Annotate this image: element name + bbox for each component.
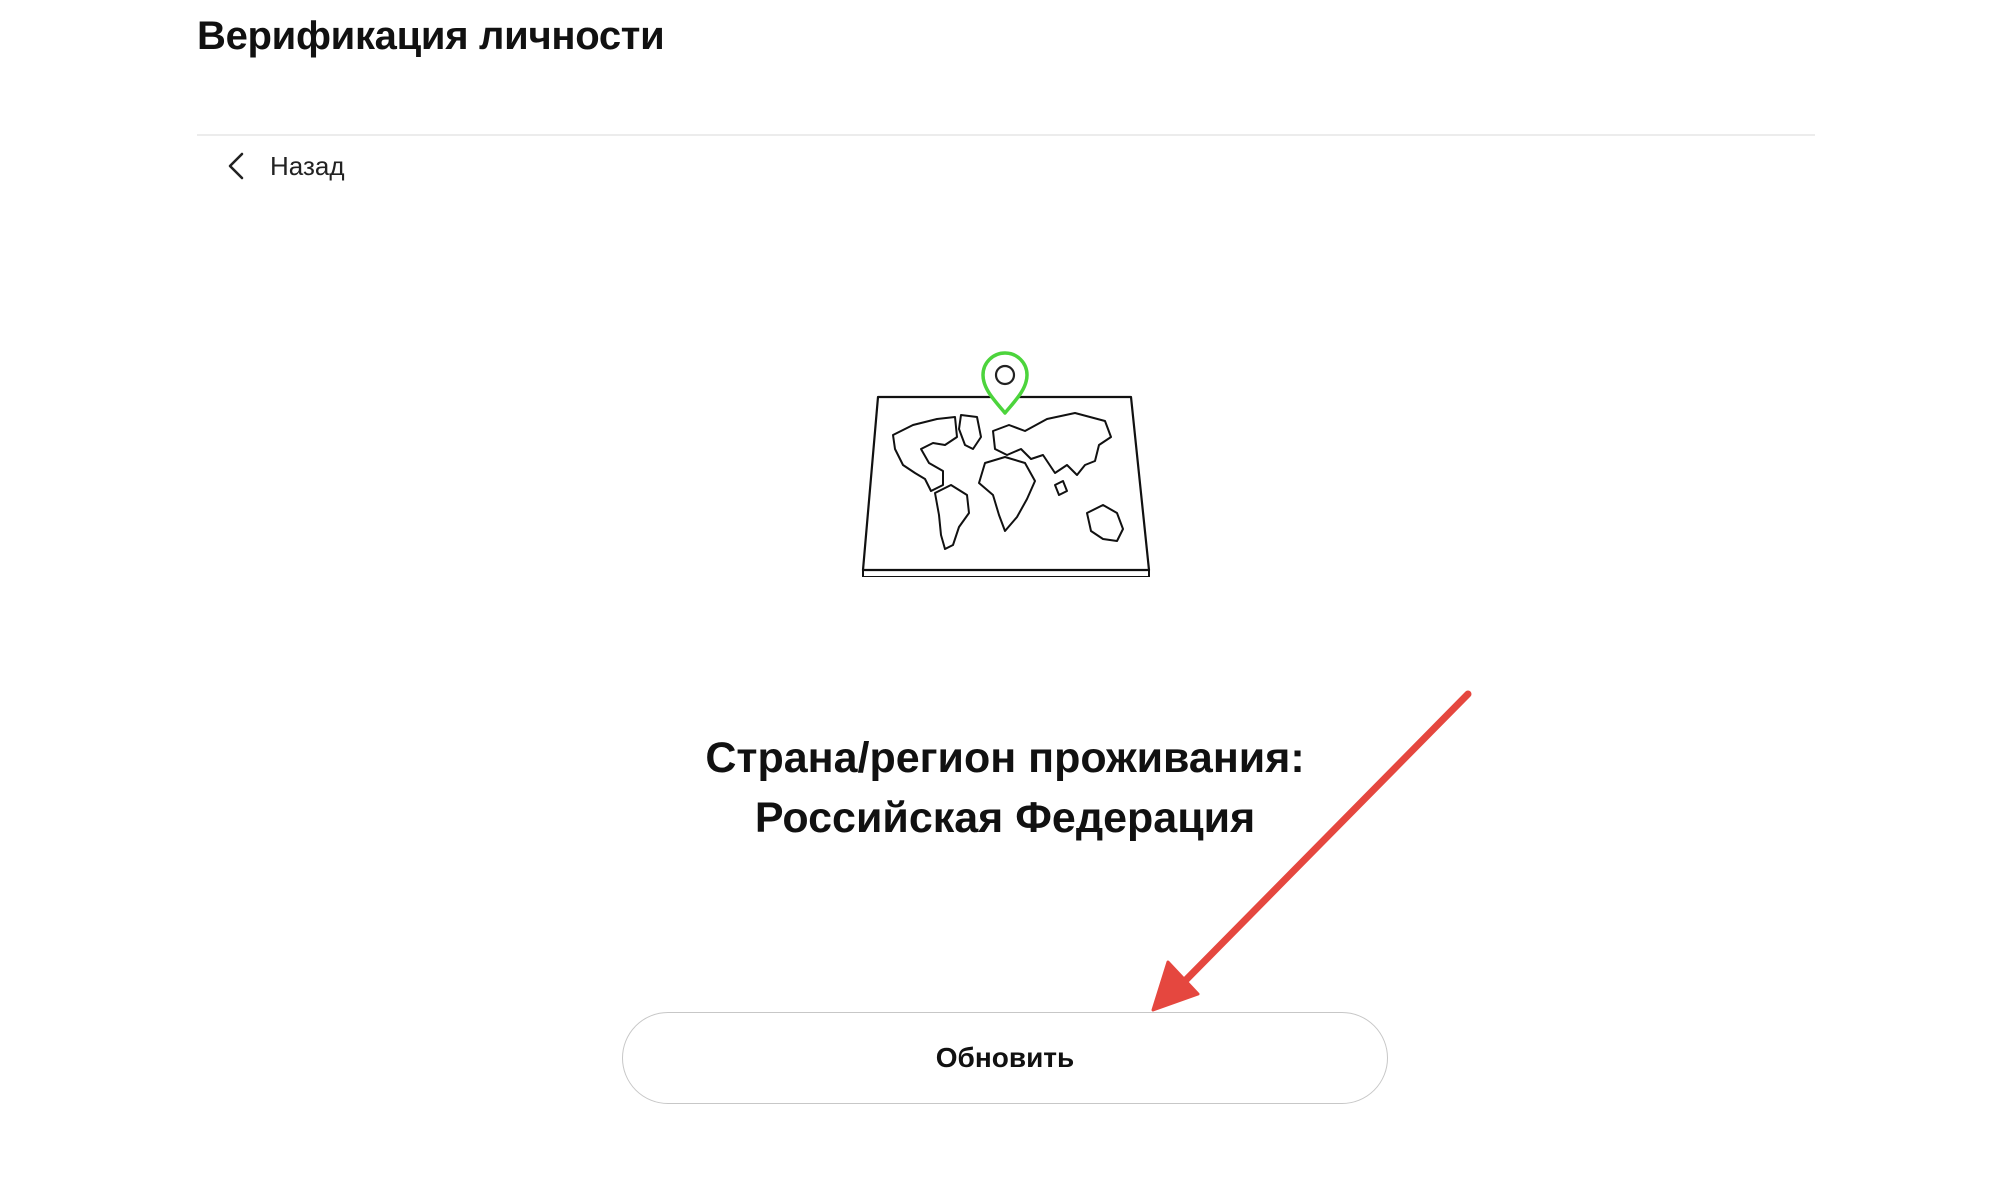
header-divider (197, 134, 1815, 136)
residence-info: Страна/регион проживания: Российская Фед… (400, 728, 1610, 848)
page-title: Верификация личности (197, 14, 665, 58)
update-button[interactable]: Обновить (622, 1012, 1388, 1104)
back-label: Назад (270, 150, 345, 181)
residence-country: Российская Федерация (754, 794, 1256, 842)
world-map-location-icon (861, 351, 1151, 577)
residence-label: Страна/регион проживания: (705, 734, 1305, 782)
back-link[interactable]: Назад (224, 146, 345, 186)
chevron-left-icon (228, 152, 244, 180)
